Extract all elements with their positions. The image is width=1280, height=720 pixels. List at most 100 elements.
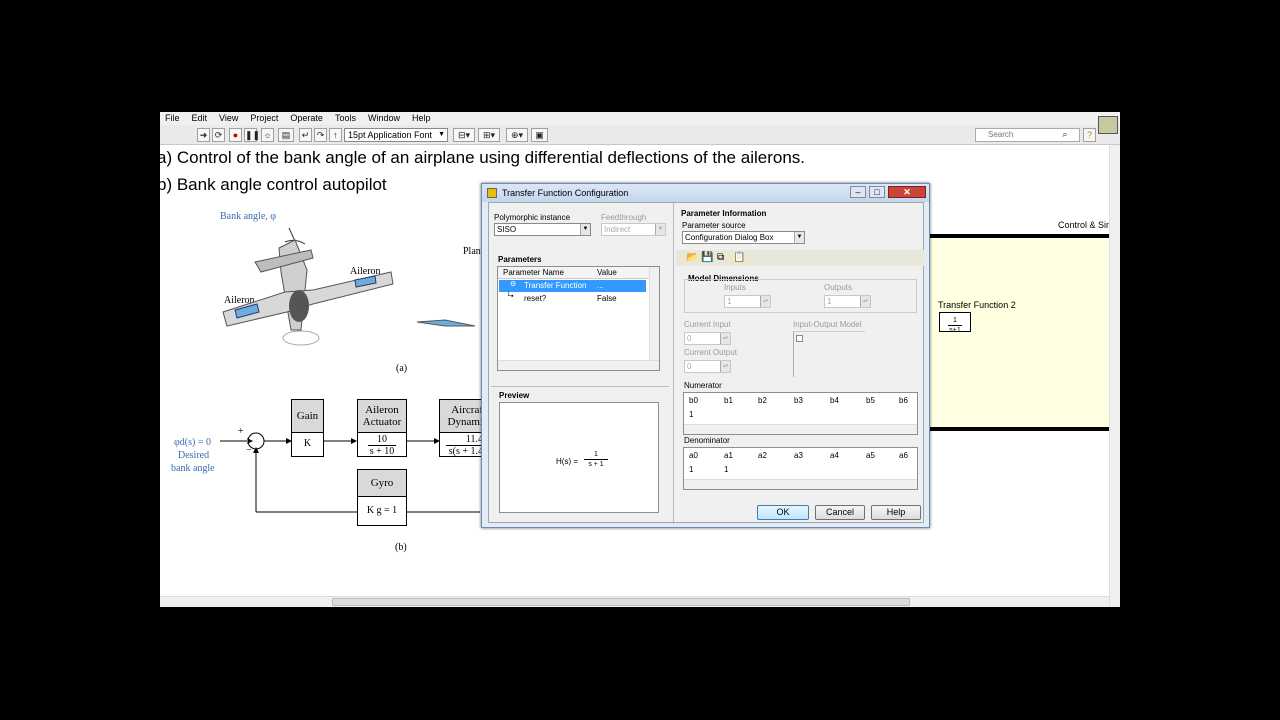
num-cell[interactable]: 1 bbox=[689, 410, 693, 419]
preview-fraction: 1 s + 1 bbox=[584, 450, 608, 469]
search-icon[interactable]: ⌕ bbox=[1058, 128, 1072, 142]
transfer-function-2-label: Transfer Function 2 bbox=[938, 300, 1016, 310]
params-hscroll[interactable] bbox=[498, 360, 659, 370]
run-continuously-icon[interactable]: ⟳ bbox=[212, 128, 225, 142]
model-dims-group bbox=[684, 279, 917, 313]
clean-diagram-icon[interactable]: ▣ bbox=[531, 128, 548, 142]
run-arrow-icon[interactable]: ➜ bbox=[197, 128, 210, 142]
gain-block: Gain K bbox=[291, 399, 324, 457]
cancel-button[interactable]: Cancel bbox=[815, 505, 865, 520]
feedthrough-select: Indirect ▼ bbox=[601, 223, 666, 236]
control-sim-loop-label: Control & Sim bbox=[1058, 220, 1114, 230]
num-col-header: b6 bbox=[899, 396, 908, 405]
preview-panel: H(s) = 1 s + 1 bbox=[499, 402, 659, 513]
params-header: Parameter Name Value bbox=[498, 267, 659, 279]
divider bbox=[491, 386, 669, 387]
chevron-down-icon: ▼ bbox=[794, 232, 804, 243]
airplane-side-illustration bbox=[416, 319, 476, 327]
param-row-reset[interactable]: └▪ reset? False bbox=[499, 293, 646, 305]
params-label: Parameters bbox=[498, 255, 542, 264]
outputs-label: Outputs bbox=[824, 283, 853, 292]
inputs-stepper: 1 ▴▾ bbox=[724, 295, 771, 308]
pause-icon[interactable]: ❚❚ bbox=[244, 128, 260, 142]
numerator-hscroll[interactable] bbox=[684, 424, 917, 434]
denominator-table[interactable]: a0 a1 a2 a3 a4 a5 a6 1 1 bbox=[683, 447, 918, 490]
help-button[interactable]: Help bbox=[871, 505, 921, 520]
input-var-label: φd(s) = 0 bbox=[174, 437, 211, 448]
param-info-label: Parameter Information bbox=[681, 209, 767, 218]
reorder-icon[interactable]: ⊕▾ bbox=[506, 128, 528, 142]
col-value-header: Value bbox=[597, 268, 617, 277]
outputs-stepper: 1 ▴▾ bbox=[824, 295, 871, 308]
current-output-label: Current Output bbox=[684, 348, 737, 357]
transfer-function-2-node[interactable]: 1 s+1 bbox=[939, 312, 971, 334]
menu-edit[interactable]: Edit bbox=[186, 112, 214, 125]
figure-a-label: (a) bbox=[396, 363, 408, 374]
abort-icon[interactable]: ● bbox=[229, 128, 242, 142]
font-select[interactable]: 15pt Application Font ▼ bbox=[344, 128, 448, 142]
ok-button[interactable]: OK bbox=[757, 505, 809, 520]
menu-file[interactable]: File bbox=[160, 112, 186, 125]
align-objects-icon[interactable]: ⊟▾ bbox=[453, 128, 475, 142]
step-out-icon[interactable]: ↑ bbox=[329, 128, 342, 142]
horizontal-scrollbar[interactable] bbox=[160, 596, 1109, 607]
params-list: Parameter Name Value ⚙ Transfer Function… bbox=[497, 266, 660, 371]
menu-operate[interactable]: Operate bbox=[284, 112, 329, 125]
save-disk-icon[interactable]: 💾 bbox=[701, 252, 713, 263]
chevron-down-icon: ▼ bbox=[580, 224, 590, 235]
highlight-bulb-icon[interactable]: ☼ bbox=[261, 128, 274, 142]
preview-label: Preview bbox=[499, 391, 530, 400]
menu-tools[interactable]: Tools bbox=[329, 112, 362, 125]
dialog-body: Polymorphic instance SISO ▼ Feedthrough I… bbox=[488, 202, 924, 524]
help-icon[interactable]: ? bbox=[1083, 128, 1096, 142]
den-col-header: a5 bbox=[866, 451, 875, 460]
step-into-icon[interactable]: ↵ bbox=[299, 128, 312, 142]
den-cell[interactable]: 1 bbox=[724, 465, 728, 474]
close-icon[interactable]: ✕ bbox=[888, 186, 926, 198]
den-col-header: a1 bbox=[724, 451, 733, 460]
numerator-table[interactable]: b0 b1 b2 b3 b4 b5 b6 1 bbox=[683, 392, 918, 435]
param-source-select[interactable]: Configuration Dialog Box ▼ bbox=[682, 231, 805, 244]
numerator-label: Numerator bbox=[684, 381, 722, 390]
vertical-divider bbox=[673, 203, 674, 524]
horizontal-scroll-thumb[interactable] bbox=[332, 598, 910, 606]
maximize-icon[interactable]: □ bbox=[869, 186, 885, 198]
io-cell-icon[interactable] bbox=[796, 335, 803, 342]
retain-wire-icon[interactable]: ▤ bbox=[278, 128, 294, 142]
open-folder-icon[interactable]: 📂 bbox=[686, 252, 698, 263]
paste-icon[interactable]: 📋 bbox=[733, 252, 745, 263]
menu-bar: File Edit View Project Operate Tools Win… bbox=[160, 112, 1120, 125]
menu-view[interactable]: View bbox=[213, 112, 244, 125]
distribute-objects-icon[interactable]: ⊞▾ bbox=[478, 128, 500, 142]
minimize-icon[interactable]: ‒ bbox=[850, 186, 866, 198]
poly-select[interactable]: SISO ▼ bbox=[494, 223, 591, 236]
param-name: Transfer Function bbox=[524, 281, 587, 290]
num-col-header: b5 bbox=[866, 396, 875, 405]
den-col-header: a0 bbox=[689, 451, 698, 460]
tree-branch-icon: └▪ bbox=[506, 293, 514, 300]
menu-help[interactable]: Help bbox=[406, 112, 437, 125]
denominator-hscroll[interactable] bbox=[684, 479, 917, 489]
num-col-header: b4 bbox=[830, 396, 839, 405]
gyro-block: Gyro K g = 1 bbox=[357, 469, 407, 526]
step-over-icon[interactable]: ↷ bbox=[314, 128, 327, 142]
num-col-header: b3 bbox=[794, 396, 803, 405]
feedthrough-label: Feedthrough bbox=[601, 213, 647, 222]
param-value: False bbox=[597, 294, 617, 303]
param-source-label: Parameter source bbox=[682, 221, 746, 230]
figure-b-label: (b) bbox=[395, 542, 407, 553]
slide-line-b: b) Bank angle control autopilot bbox=[160, 175, 387, 194]
num-col-header: b1 bbox=[724, 396, 733, 405]
io-model-label: Input-Output Model bbox=[793, 320, 862, 329]
params-vscroll[interactable] bbox=[649, 267, 659, 360]
menu-window[interactable]: Window bbox=[362, 112, 406, 125]
vertical-scrollbar[interactable] bbox=[1109, 145, 1120, 607]
current-input-stepper: 0 ▴▾ bbox=[684, 332, 731, 345]
vi-icon bbox=[1098, 116, 1118, 134]
preview-lhs: H(s) = bbox=[556, 457, 578, 466]
num-col-header: b2 bbox=[758, 396, 767, 405]
param-row-transfer-function[interactable]: ⚙ Transfer Function ... bbox=[499, 280, 646, 292]
den-cell[interactable]: 1 bbox=[689, 465, 693, 474]
menu-project[interactable]: Project bbox=[244, 112, 284, 125]
copy-icon[interactable]: ⧉ bbox=[717, 252, 724, 263]
